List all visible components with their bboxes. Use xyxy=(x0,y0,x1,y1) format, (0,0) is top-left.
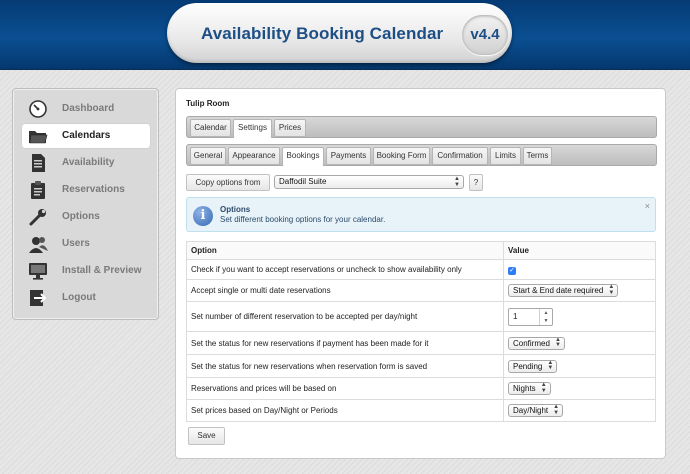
options-table: Option Value Check if you want to accept… xyxy=(186,241,656,422)
sidebar-item-dashboard[interactable]: Dashboard xyxy=(22,97,150,121)
table-row: Accept single or multi date reservations… xyxy=(186,279,656,302)
users-icon xyxy=(28,234,48,254)
option-label: Set number of different reservation to b… xyxy=(186,301,504,332)
folder-icon xyxy=(28,126,48,146)
tab-appearance[interactable]: Appearance xyxy=(228,147,280,165)
sidebar-item-label: Availability xyxy=(62,157,115,168)
table-row: Set number of different reservation to b… xyxy=(186,301,656,332)
tab-confirmation[interactable]: Confirmation xyxy=(432,147,488,165)
select-arrows-icon: ▲ ▼ xyxy=(454,176,460,188)
tab-prices[interactable]: Prices xyxy=(274,119,306,137)
tab-general[interactable]: General xyxy=(190,147,226,165)
clipboard-icon xyxy=(28,180,48,200)
copy-from-select-value: Daffodil Suite xyxy=(279,177,327,186)
option-label: Set prices based on Day/Night or Periods xyxy=(186,399,504,422)
option-label: Check if you want to accept reservations… xyxy=(186,259,504,280)
date-mode-select-value: Start & End date required xyxy=(513,286,604,295)
paid-status-select[interactable]: Confirmed ▲ ▼ xyxy=(508,336,565,350)
sidebar: Dashboard Calendars Availability Reserva… xyxy=(12,88,159,320)
stepper-value: 1 xyxy=(513,311,518,321)
paid-status-select-value: Confirmed xyxy=(513,338,550,348)
help-button[interactable]: ? xyxy=(469,174,483,191)
price-basis-select[interactable]: Nights ▲ ▼ xyxy=(508,382,551,395)
saved-status-select[interactable]: Pending ▲ ▼ xyxy=(508,359,558,373)
tab-calendar[interactable]: Calendar xyxy=(190,119,231,137)
option-value: 1 ▲ ▼ xyxy=(503,301,656,332)
sidebar-item-availability[interactable]: Availability xyxy=(22,151,150,175)
wrench-icon xyxy=(28,207,48,227)
option-label: Reservations and prices will be based on xyxy=(186,377,504,400)
version-badge: v4.4 xyxy=(462,15,508,55)
sidebar-item-reservations[interactable]: Reservations xyxy=(22,178,150,202)
select-arrows-icon: ▲ ▼ xyxy=(547,359,554,372)
tab-bookings[interactable]: Bookings xyxy=(282,147,324,166)
save-button[interactable]: Save xyxy=(188,427,225,445)
table-row: Reservations and prices will be based on… xyxy=(186,377,656,400)
app-title: Availability Booking Calendar xyxy=(201,24,444,43)
select-arrows-icon: ▲ ▼ xyxy=(608,284,615,296)
date-mode-select[interactable]: Start & End date required ▲ ▼ xyxy=(508,284,619,297)
sidebar-item-label: Logout xyxy=(62,292,96,303)
stepper-arrows-icon[interactable]: ▲ ▼ xyxy=(539,308,552,325)
app-title-badge: Availability Booking Calendar v4.4 xyxy=(167,3,512,63)
info-icon: i xyxy=(193,206,213,226)
sidebar-item-label: Reservations xyxy=(62,184,125,195)
select-arrows-icon: ▲ ▼ xyxy=(554,336,561,349)
table-row: Set the status for new reservations if p… xyxy=(186,331,656,355)
select-arrows-icon: ▲ ▼ xyxy=(553,404,560,416)
info-text: Set different booking options for your c… xyxy=(220,215,386,224)
copy-from-select[interactable]: Daffodil Suite ▲ ▼ xyxy=(274,175,464,189)
price-basis-select-value: Nights xyxy=(513,384,536,393)
tab-booking-form[interactable]: Booking Form xyxy=(373,147,430,165)
sidebar-item-logout[interactable]: Logout xyxy=(22,286,150,310)
info-box: i Options Set different booking options … xyxy=(186,197,656,232)
table-row: Set the status for new reservations when… xyxy=(186,354,656,378)
option-value: Pending ▲ ▼ xyxy=(503,354,656,378)
dashboard-icon xyxy=(28,99,48,119)
sidebar-item-calendars[interactable]: Calendars xyxy=(22,124,150,148)
option-value: Day/Night ▲ ▼ xyxy=(503,399,656,422)
document-icon xyxy=(28,153,48,173)
sidebar-item-label: Options xyxy=(62,211,100,222)
saved-status-select-value: Pending xyxy=(513,361,543,371)
main-panel: Tulip Room Calendar Settings Prices Gene… xyxy=(175,88,666,459)
tab-payments[interactable]: Payments xyxy=(326,147,371,165)
table-row: Set prices based on Day/Night or Periods… xyxy=(186,399,656,422)
price-mode-select-value: Day/Night xyxy=(513,406,549,415)
secondary-tabbar: General Appearance Bookings Payments Boo… xyxy=(186,144,657,166)
sidebar-item-label: Dashboard xyxy=(62,103,115,114)
sidebar-item-label: Users xyxy=(62,238,90,249)
accept-reservations-checkbox[interactable]: ✓ xyxy=(508,266,516,275)
calendar-name: Tulip Room xyxy=(186,99,230,108)
reservations-per-day-stepper[interactable]: 1 ▲ ▼ xyxy=(508,307,553,326)
sidebar-item-users[interactable]: Users xyxy=(22,232,150,256)
option-value: Confirmed ▲ ▼ xyxy=(503,331,656,355)
copy-options-button[interactable]: Copy options from xyxy=(186,174,270,191)
option-label: Set the status for new reservations if p… xyxy=(186,331,504,355)
option-label: Set the status for new reservations when… xyxy=(186,354,504,378)
column-header-value: Value xyxy=(503,241,656,260)
price-mode-select[interactable]: Day/Night ▲ ▼ xyxy=(508,404,564,417)
close-icon[interactable]: × xyxy=(645,201,650,211)
table-row: Check if you want to accept reservations… xyxy=(186,259,656,280)
option-label: Accept single or multi date reservations xyxy=(186,279,504,302)
tab-limits[interactable]: Limits xyxy=(490,147,521,165)
tab-terms[interactable]: Terms xyxy=(523,147,552,165)
sidebar-item-options[interactable]: Options xyxy=(22,205,150,229)
option-value: Start & End date required ▲ ▼ xyxy=(503,279,656,302)
sidebar-item-install-preview[interactable]: Install & Preview xyxy=(22,259,150,283)
monitor-icon xyxy=(28,261,48,281)
info-title: Options xyxy=(220,205,251,214)
tab-settings[interactable]: Settings xyxy=(233,119,272,138)
option-value: Nights ▲ ▼ xyxy=(503,377,656,400)
logout-icon xyxy=(28,288,48,308)
select-arrows-icon: ▲ ▼ xyxy=(540,382,547,394)
option-value: ✓ xyxy=(503,259,656,280)
primary-tabbar: Calendar Settings Prices xyxy=(186,116,657,138)
table-header-row: Option Value xyxy=(186,241,656,260)
column-header-option: Option xyxy=(186,241,504,260)
sidebar-item-label: Install & Preview xyxy=(62,265,142,276)
sidebar-item-label: Calendars xyxy=(62,130,111,141)
